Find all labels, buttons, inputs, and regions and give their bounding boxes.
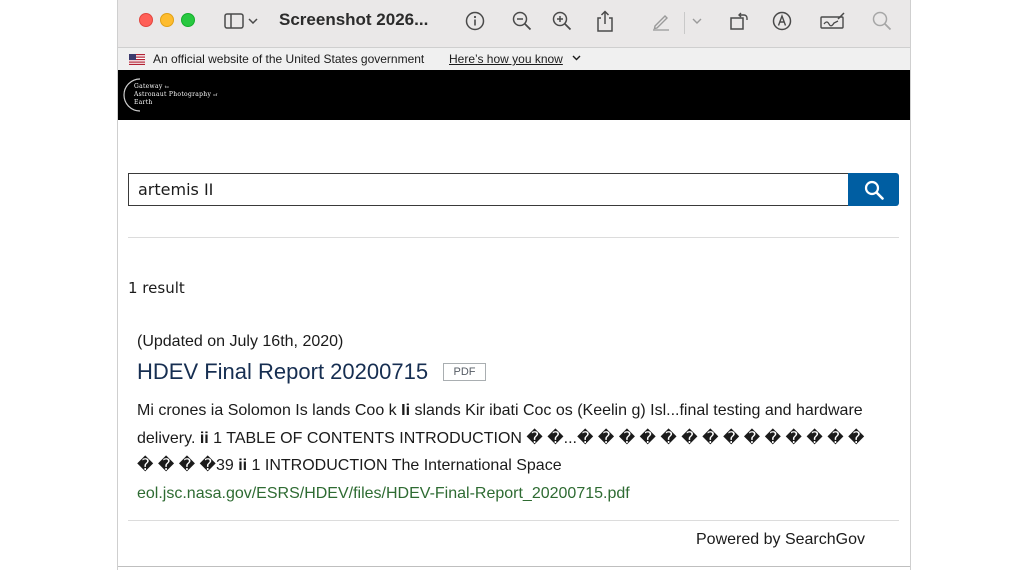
chevron-down-icon[interactable]	[690, 9, 704, 33]
annotate-icon[interactable]	[770, 9, 794, 33]
search-input[interactable]	[128, 173, 848, 206]
preview-window: Screenshot 2026... An official website o…	[117, 0, 911, 570]
logo-line-1: Gateway	[134, 83, 163, 90]
result-title-link[interactable]: HDEV Final Report 20200715	[137, 359, 428, 385]
logo-line-3: Earth	[134, 99, 153, 106]
result-snippet: Mi crones ia Solomon Is lands Coo k Ii s…	[137, 397, 877, 480]
powered-by-text: Powered by SearchGov	[696, 531, 865, 548]
snippet-highlight: ii	[238, 457, 248, 474]
result-url[interactable]: eol.jsc.nasa.gov/ESRS/HDEV/files/HDEV-Fi…	[137, 485, 630, 503]
us-flag-icon	[129, 54, 145, 65]
zoom-window-button[interactable]	[181, 13, 195, 27]
heres-how-you-know-link[interactable]: Here’s how you know	[449, 52, 563, 66]
logo-line-2-sub: of	[213, 93, 218, 97]
pdf-badge: PDF	[443, 363, 486, 381]
chevron-down-icon[interactable]	[246, 9, 260, 33]
logo-line-2: Astronaut Photography	[134, 91, 212, 98]
zoom-in-icon[interactable]	[550, 9, 574, 33]
gov-banner: An official website of the United States…	[118, 48, 910, 70]
share-icon[interactable]	[593, 9, 617, 33]
chevron-down-icon[interactable]	[572, 53, 581, 63]
divider	[128, 520, 899, 521]
window-titlebar: Screenshot 2026...	[118, 0, 910, 48]
logo-line-1-sub: to	[164, 85, 169, 89]
divider	[128, 237, 899, 238]
gateway-logo[interactable]: Gateway to Astronaut Photography of Eart…	[134, 83, 217, 106]
result-count: 1 result	[128, 279, 185, 297]
snippet-highlight: ii	[199, 429, 209, 447]
search-button[interactable]	[848, 173, 899, 206]
site-header: Gateway to Astronaut Photography of Eart…	[118, 70, 910, 120]
search-icon[interactable]	[870, 9, 894, 33]
close-window-button[interactable]	[139, 13, 153, 27]
snippet-text: 1 INTRODUCTION The International Space	[247, 457, 562, 474]
zoom-out-icon[interactable]	[510, 9, 534, 33]
minimize-window-button[interactable]	[160, 13, 174, 27]
gov-banner-text: An official website of the United States…	[153, 52, 425, 66]
sign-icon[interactable]	[819, 9, 847, 33]
toolbar-divider	[684, 12, 685, 34]
snippet-text: Mi crones ia Solomon Is lands Coo k	[137, 402, 402, 419]
sidebar-icon[interactable]	[222, 9, 246, 33]
info-icon[interactable]	[463, 9, 487, 33]
rotate-icon[interactable]	[727, 9, 751, 33]
markup-pen-icon[interactable]	[649, 9, 673, 33]
window-title: Screenshot 2026...	[279, 10, 429, 29]
search-icon	[864, 180, 884, 200]
divider	[118, 566, 910, 567]
result-updated-date: (Updated on July 16th, 2020)	[137, 333, 344, 350]
snippet-highlight: Ii	[401, 402, 411, 419]
